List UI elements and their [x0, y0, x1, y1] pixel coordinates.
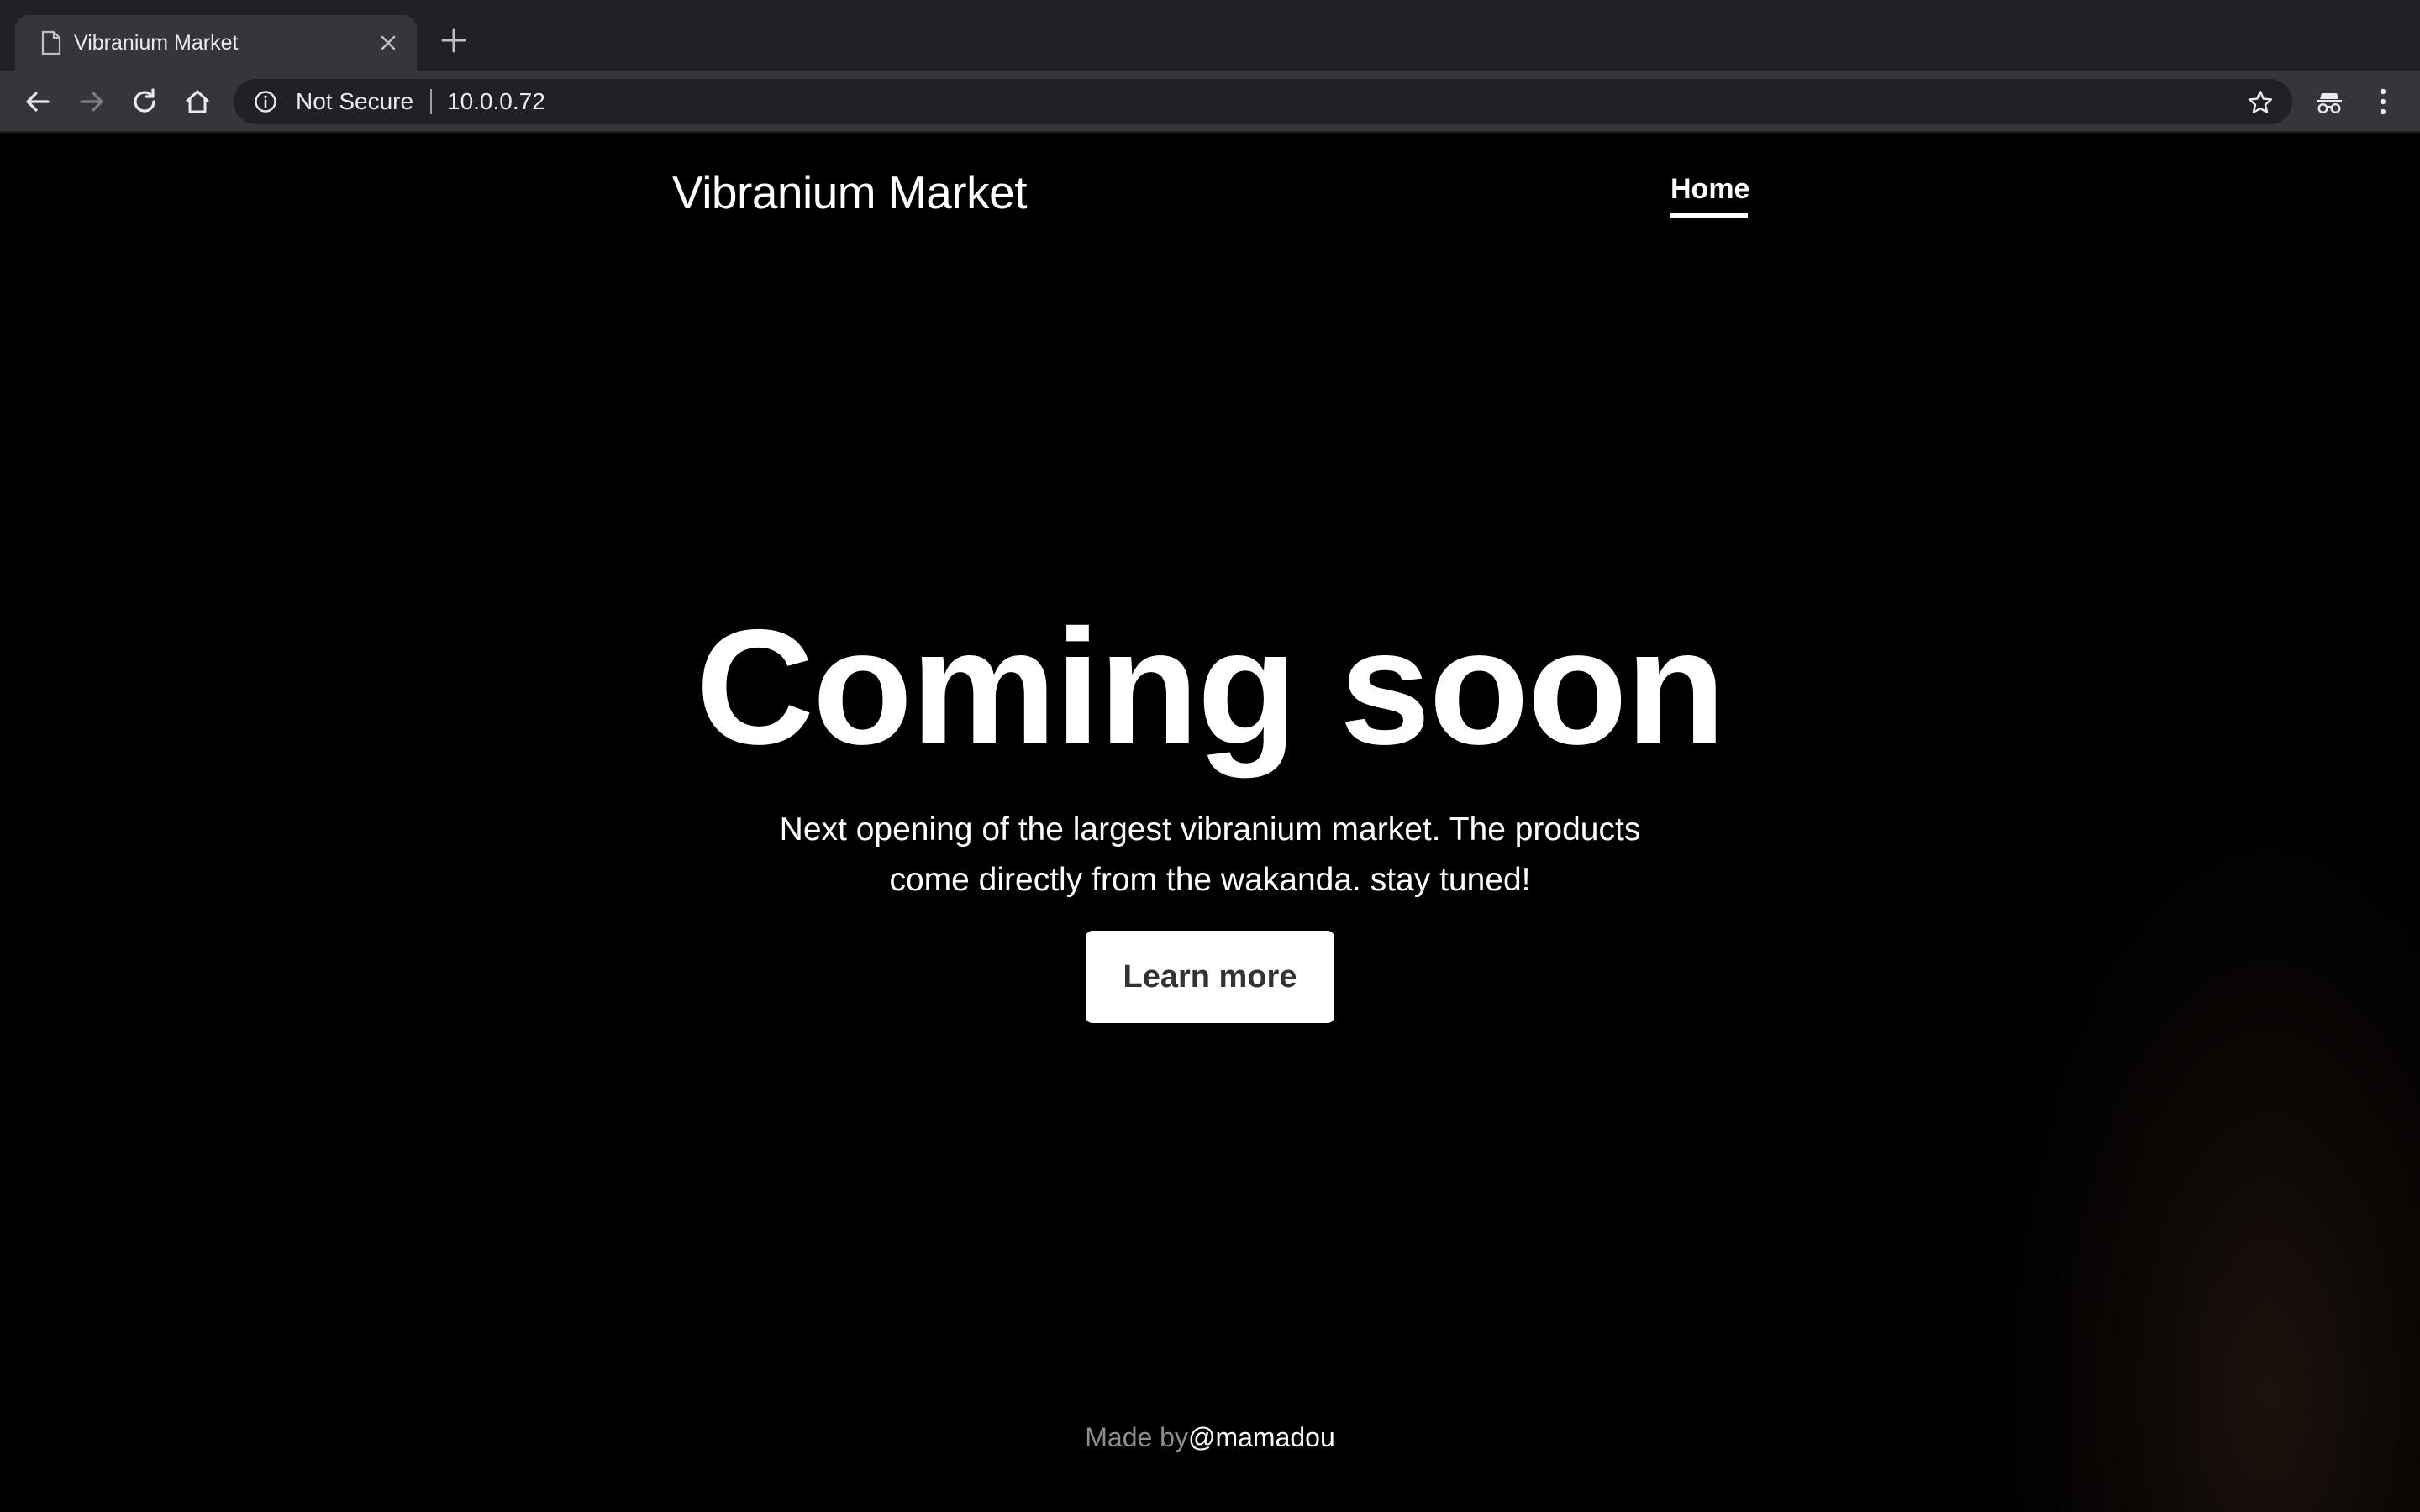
footer-made-by: Made by [1085, 1422, 1188, 1452]
address-bar[interactable]: Not Secure 10.0.0.72 [234, 79, 2292, 124]
incognito-icon[interactable] [2312, 86, 2346, 119]
footer-author-link[interactable]: @mamadou [1188, 1422, 1335, 1452]
site-brand[interactable]: Vibranium Market [672, 163, 1027, 222]
nav-link-home[interactable]: Home [1670, 171, 1749, 207]
close-icon[interactable] [376, 31, 400, 55]
forward-icon[interactable] [76, 86, 108, 118]
address-divider [430, 89, 432, 114]
hero-lead: Next opening of the largest vibranium ma… [779, 811, 1641, 898]
new-tab-icon[interactable] [439, 25, 469, 55]
tab-strip: Vibranium Market [0, 0, 2420, 71]
document-icon [41, 30, 61, 55]
learn-more-button[interactable]: Learn more [1086, 931, 1334, 1023]
security-label[interactable]: Not Secure [296, 88, 413, 115]
menu-icon[interactable] [2371, 85, 2395, 118]
back-icon[interactable] [22, 86, 54, 118]
hero-title: Coming soon [696, 596, 1726, 779]
info-icon[interactable] [254, 90, 277, 113]
home-icon[interactable] [182, 86, 213, 118]
reload-icon[interactable] [129, 86, 160, 118]
tab-title: Vibranium Market [74, 31, 239, 55]
footer: Made by@mamadou [0, 1420, 2420, 1455]
nav-active-indicator [1670, 213, 1748, 218]
browser-toolbar: Not Secure 10.0.0.72 [0, 71, 2420, 133]
url-text[interactable]: 10.0.0.72 [447, 88, 545, 115]
page-content: Vibranium Market Home Coming soon Next o… [0, 133, 2420, 1512]
star-icon[interactable] [2247, 89, 2274, 116]
browser-tab[interactable]: Vibranium Market [15, 15, 417, 71]
